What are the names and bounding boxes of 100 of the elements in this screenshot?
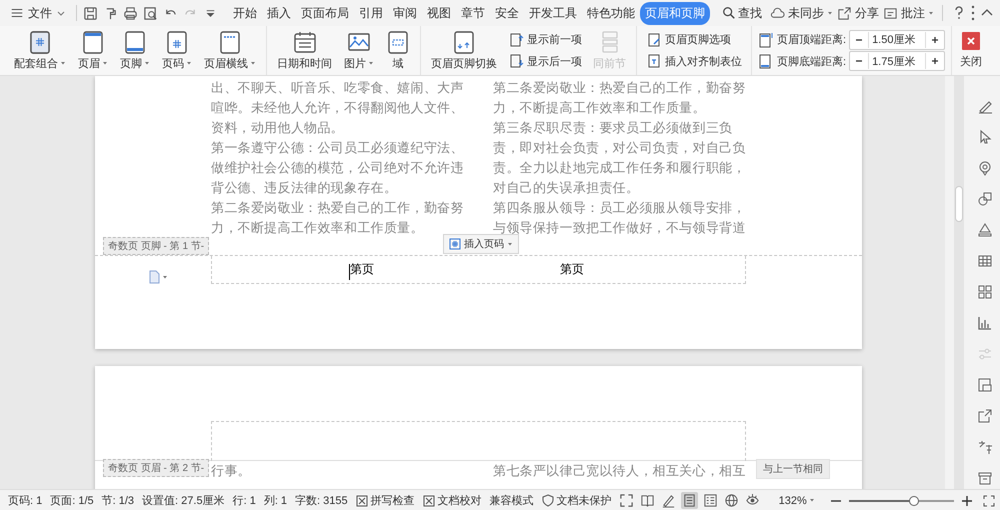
- ribbon-button[interactable]: 配套组合: [8, 26, 72, 75]
- toolbar-button[interactable]: 分享: [835, 4, 881, 22]
- find-button[interactable]: 查找: [716, 4, 768, 22]
- ribbon-button[interactable]: 页眉横线: [198, 26, 262, 75]
- ribbon-button[interactable]: 图片: [338, 26, 380, 75]
- sidebar-tool[interactable]: [977, 315, 993, 331]
- sidebar-tool[interactable]: [977, 253, 993, 269]
- ribbon-button[interactable]: 页码: [156, 26, 198, 75]
- paragraph: 出、不聊天、听音乐、吃零食、嬉闹、大声 喧哗。未经他人允许，不得翻阅他人文件、 资料，动用他人物品。: [211, 79, 465, 137]
- page-number-field: 第页: [350, 261, 374, 278]
- scrollbar-thumb[interactable]: [955, 186, 963, 222]
- book-icon: [640, 493, 655, 508]
- more-button[interactable]: [969, 5, 977, 21]
- ribbon-tab[interactable]: 开发工具: [524, 2, 582, 24]
- ribbon-button[interactable]: 页眉页脚切换: [425, 26, 503, 75]
- toolbar-button[interactable]: 未同步: [768, 4, 835, 22]
- ribbon-tab[interactable]: 视图: [422, 2, 456, 24]
- view-button[interactable]: [722, 492, 740, 509]
- sidebar-tool[interactable]: [977, 408, 993, 424]
- page-number-icon: [449, 238, 461, 250]
- sidebar-tool[interactable]: [977, 284, 993, 300]
- more-icon: [971, 5, 975, 21]
- ribbon-button[interactable]: 插入对齐制表位: [643, 52, 745, 70]
- ribbon-tab[interactable]: 插入: [262, 2, 296, 24]
- ribbon-tab[interactable]: 安全: [490, 2, 524, 24]
- footer-area[interactable]: 第页 第页: [211, 256, 746, 284]
- ribbon-button[interactable]: 显示后一项: [505, 52, 585, 70]
- view-button[interactable]: [680, 492, 698, 509]
- switch-icon: [452, 30, 476, 54]
- ribbon-tab[interactable]: 页面布局: [296, 2, 354, 24]
- shapes-icon: [977, 191, 993, 207]
- status-text: 页码: 1: [7, 494, 44, 508]
- page-number-icon: [165, 30, 189, 54]
- share-icon: [977, 408, 993, 424]
- document-icon: [148, 270, 160, 284]
- caret-icon: [507, 242, 513, 246]
- status-button[interactable]: 文档未保护: [538, 493, 616, 508]
- status-text: 列: 1: [262, 494, 288, 508]
- paragraph: 第二条爱岗敬业：热爱自己的工作，勤奋努 力，不断提高工作效率和工作质量。: [493, 79, 747, 117]
- stamp-icon: [977, 222, 993, 238]
- zoom-level-button[interactable]: 132%: [772, 494, 821, 508]
- ribbon-tab[interactable]: 页眉和页脚: [640, 2, 710, 24]
- archive-icon: [977, 470, 993, 486]
- distance-spinner[interactable]: 1.50厘米: [849, 30, 946, 50]
- search-icon: [722, 6, 736, 20]
- ribbon-button[interactable]: 显示前一项: [505, 30, 585, 49]
- close-button[interactable]: 关闭: [952, 26, 990, 75]
- ribbon-button[interactable]: 页眉页脚选项: [643, 30, 745, 49]
- sliders-icon: [977, 346, 993, 362]
- page-hash-icon: [28, 30, 52, 54]
- view-button[interactable]: [702, 492, 719, 509]
- ribbon-tab[interactable]: 审阅: [388, 2, 422, 24]
- same-as-previous-label: 与上一节相同: [756, 459, 830, 479]
- toolbar-button[interactable]: [123, 6, 138, 20]
- ribbon-tab[interactable]: 引用: [354, 2, 388, 24]
- status-button[interactable]: 文档校对: [418, 493, 486, 508]
- insert-page-number-button[interactable]: 插入页码: [443, 234, 519, 254]
- share-icon: [837, 6, 852, 20]
- ribbon-tab[interactable]: 特色功能: [582, 2, 640, 24]
- translate-icon: [977, 439, 993, 455]
- toolbar-button[interactable]: 批注: [881, 4, 936, 22]
- distance-spinner[interactable]: 1.75厘米: [849, 51, 946, 72]
- sidebar-tool[interactable]: [977, 439, 993, 455]
- cloud-icon: [770, 6, 785, 20]
- scrollbar[interactable]: [954, 76, 964, 489]
- fit-window-icon: [982, 494, 996, 508]
- text-cursor: [349, 264, 350, 280]
- toolbar-button[interactable]: [83, 6, 98, 20]
- location-pin-icon: [977, 160, 993, 176]
- sidebar-tool[interactable]: [977, 191, 993, 207]
- footer-page-icon: [123, 30, 147, 54]
- ribbon-button[interactable]: 日期和时间: [271, 26, 338, 75]
- globe-icon: [724, 493, 739, 508]
- chevron-down-icon: [56, 9, 66, 17]
- page-view-icon: [682, 493, 697, 508]
- bar-chart-icon: [977, 315, 993, 331]
- sidebar-tool[interactable]: [977, 222, 993, 238]
- ribbon-tab[interactable]: 开始: [228, 2, 262, 24]
- status-button[interactable]: 拼写检查: [352, 493, 419, 508]
- sidebar-tool[interactable]: [977, 377, 993, 393]
- view-button[interactable]: [618, 492, 635, 509]
- checkbox-icon: [422, 494, 435, 506]
- table-icon: [977, 253, 993, 269]
- ribbon-button[interactable]: 页眉: [72, 26, 114, 75]
- status-text: 页面: 1/5: [49, 494, 95, 508]
- plus-icon: [930, 56, 940, 66]
- fit-window-button[interactable]: [982, 494, 996, 508]
- ribbon-tab[interactable]: 章节: [456, 2, 490, 24]
- toolbar-button[interactable]: [143, 6, 158, 20]
- sidebar-tool[interactable]: [977, 470, 993, 486]
- ribbon-button[interactable]: 域: [380, 26, 416, 75]
- calendar-icon: [292, 30, 316, 54]
- zoom-in-button[interactable]: [960, 494, 974, 506]
- zoom-slider-thumb[interactable]: [909, 496, 920, 506]
- file-menu[interactable]: 文件: [6, 2, 70, 24]
- paragraph: 行事。: [211, 462, 252, 480]
- field-icon: [386, 30, 410, 54]
- ribbon-button[interactable]: 页脚: [114, 26, 156, 75]
- footer-section-label: 奇数页 页脚 - 第 1 节-: [103, 237, 210, 255]
- sidebar-tool[interactable]: [977, 160, 993, 176]
